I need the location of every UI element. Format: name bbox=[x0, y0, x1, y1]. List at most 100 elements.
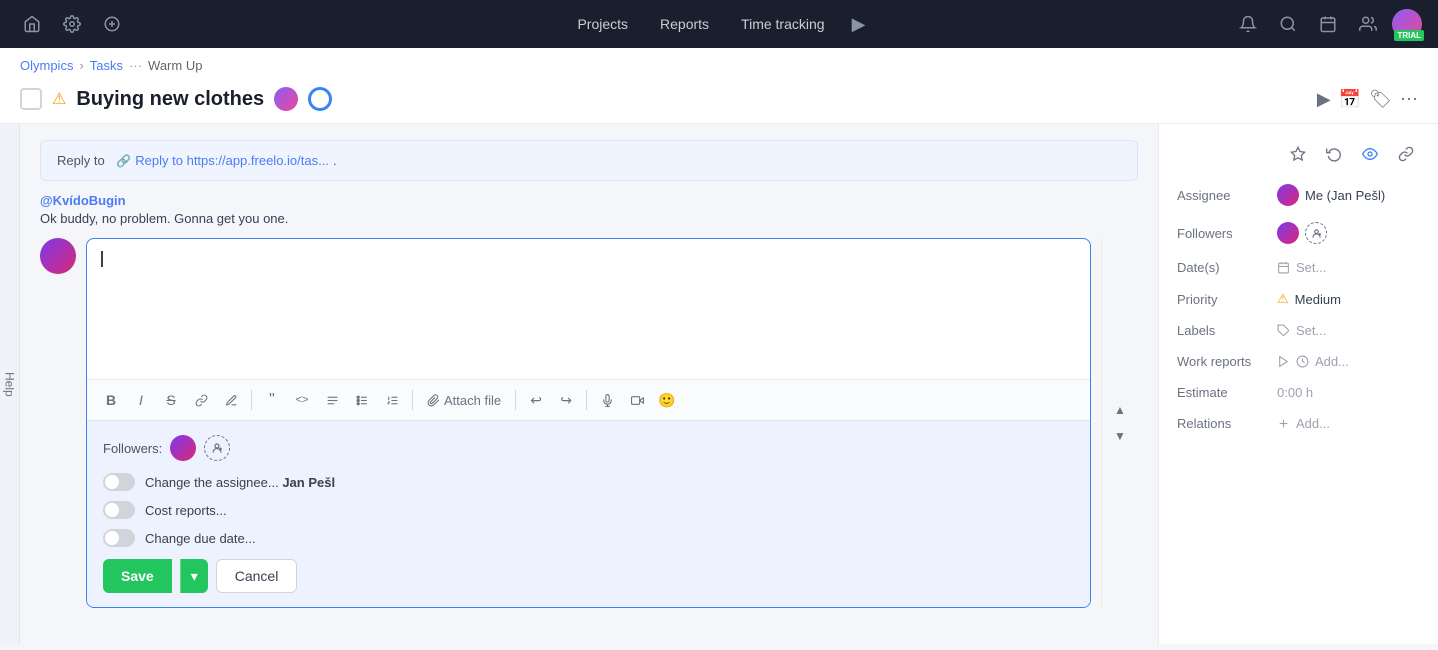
user-avatar[interactable]: TRIAL bbox=[1392, 9, 1422, 39]
dates-value[interactable]: Set... bbox=[1277, 260, 1420, 275]
priority-text: Medium bbox=[1295, 292, 1341, 307]
toggle-row-cost: Cost reports... bbox=[103, 501, 1074, 519]
task-header: ⚠ Buying new clothes ▶ 📅 🏷 ⋯ bbox=[0, 79, 1438, 124]
comment-mention: @KvídoBugin bbox=[40, 193, 1138, 208]
redo-button[interactable]: ↪ bbox=[552, 386, 580, 414]
calendar-task-icon[interactable]: 📅 bbox=[1339, 89, 1361, 110]
toggle-assignee[interactable] bbox=[103, 473, 135, 491]
estimate-label: Estimate bbox=[1177, 385, 1277, 400]
toggle-duedate[interactable] bbox=[103, 529, 135, 547]
cancel-button[interactable]: Cancel bbox=[216, 559, 298, 593]
italic-button[interactable]: I bbox=[127, 386, 155, 414]
calendar-icon[interactable] bbox=[1312, 8, 1344, 40]
reply-link[interactable]: Reply to https://app.freelo.io/tas... bbox=[135, 153, 329, 168]
sidebar-priority-row: Priority ⚠ Medium bbox=[1177, 291, 1420, 307]
mic-button[interactable] bbox=[593, 386, 621, 414]
toggle-cost-label: Cost reports... bbox=[145, 503, 227, 518]
followers-sidebar-label: Followers bbox=[1177, 226, 1277, 241]
undo-button[interactable]: ↩ bbox=[522, 386, 550, 414]
priority-label: Priority bbox=[1177, 292, 1277, 307]
bullet-list-button[interactable] bbox=[348, 386, 376, 414]
labels-value[interactable]: Set... bbox=[1277, 323, 1420, 338]
add-follower-button[interactable] bbox=[204, 435, 230, 461]
scroll-down-button[interactable]: ▼ bbox=[1108, 424, 1132, 448]
comment-editor-wrapper: B I S " <> bbox=[86, 238, 1091, 608]
video-button[interactable] bbox=[623, 386, 651, 414]
toggle-cost[interactable] bbox=[103, 501, 135, 519]
breadcrumb-olympics[interactable]: Olympics bbox=[20, 58, 73, 73]
warning-icon: ⚠ bbox=[52, 89, 66, 109]
star-icon[interactable] bbox=[1284, 140, 1312, 168]
add-icon[interactable] bbox=[96, 8, 128, 40]
labels-label: Labels bbox=[1177, 323, 1277, 338]
sidebar-work-reports-row: Work reports Add... bbox=[1177, 354, 1420, 369]
reply-quote: Reply to 🔗 Reply to https://app.freelo.i… bbox=[40, 140, 1138, 181]
task-title: Buying new clothes bbox=[76, 88, 264, 111]
right-sidebar: Assignee Me (Jan Pešl) Followers Date(s)… bbox=[1158, 124, 1438, 644]
link-button[interactable] bbox=[187, 386, 215, 414]
estimate-value[interactable]: 0:00 h bbox=[1277, 385, 1420, 400]
code-button[interactable]: <> bbox=[288, 386, 316, 414]
action-buttons: Save ▾ Cancel bbox=[103, 559, 1074, 593]
comment-block: @KvídoBugin Ok buddy, no problem. Gonna … bbox=[40, 193, 1138, 226]
save-dropdown-button[interactable]: ▾ bbox=[180, 559, 208, 593]
eye-icon[interactable] bbox=[1356, 140, 1384, 168]
help-panel[interactable]: Help bbox=[0, 124, 20, 644]
tag-task-icon[interactable]: 🏷 bbox=[1369, 89, 1392, 110]
align-button[interactable] bbox=[318, 386, 346, 414]
comment-text: Ok buddy, no problem. Gonna get you one. bbox=[40, 211, 1138, 226]
ordered-list-button[interactable] bbox=[378, 386, 406, 414]
priority-warning-icon: ⚠ bbox=[1277, 291, 1289, 307]
add-follower-sidebar-button[interactable] bbox=[1305, 222, 1327, 244]
assignee-label: Assignee bbox=[1177, 188, 1277, 203]
relations-value[interactable]: Add... bbox=[1277, 416, 1420, 431]
assignee-value: Me (Jan Pešl) bbox=[1277, 184, 1420, 206]
bold-button[interactable]: B bbox=[97, 386, 125, 414]
refresh-icon[interactable] bbox=[1320, 140, 1348, 168]
task-checkbox[interactable] bbox=[20, 88, 42, 110]
projects-nav[interactable]: Projects bbox=[563, 10, 642, 38]
assignee-name: Me (Jan Pešl) bbox=[1305, 188, 1385, 203]
more-task-icon[interactable]: ⋯ bbox=[1400, 89, 1418, 110]
sidebar-followers-row: Followers bbox=[1177, 222, 1420, 244]
breadcrumb: Olympics › Tasks ··· Warm Up bbox=[0, 48, 1438, 79]
search-icon[interactable] bbox=[1272, 8, 1304, 40]
time-tracking-nav[interactable]: Time tracking bbox=[727, 10, 839, 38]
strikethrough-button[interactable]: S bbox=[157, 386, 185, 414]
breadcrumb-warmup: Warm Up bbox=[148, 58, 202, 73]
sidebar-dates-row: Date(s) Set... bbox=[1177, 260, 1420, 275]
work-reports-value[interactable]: Add... bbox=[1277, 354, 1420, 369]
scroll-up-button[interactable]: ▲ bbox=[1108, 398, 1132, 422]
followers-row: Followers: bbox=[103, 435, 1074, 461]
reply-link-icon: 🔗 bbox=[116, 154, 131, 168]
task-status-circle[interactable] bbox=[308, 87, 332, 111]
follower-avatar-1 bbox=[170, 435, 196, 461]
reply-suffix: . bbox=[333, 153, 337, 168]
attach-file-button[interactable]: Attach file bbox=[419, 389, 509, 412]
top-navigation: Projects Reports Time tracking ▶ bbox=[0, 0, 1438, 48]
settings-icon[interactable] bbox=[56, 8, 88, 40]
emoji-button[interactable]: 🙂 bbox=[653, 386, 681, 414]
home-icon[interactable] bbox=[16, 8, 48, 40]
toggle-duedate-label: Change due date... bbox=[145, 531, 256, 546]
quote-button[interactable]: " bbox=[258, 386, 286, 414]
reports-nav[interactable]: Reports bbox=[646, 10, 723, 38]
notification-icon[interactable] bbox=[1232, 8, 1264, 40]
breadcrumb-tasks[interactable]: Tasks bbox=[90, 58, 123, 73]
follower-avatar-sidebar bbox=[1277, 222, 1299, 244]
editor-toolbar: B I S " <> bbox=[87, 379, 1090, 420]
priority-value[interactable]: ⚠ Medium bbox=[1277, 291, 1420, 307]
play-nav-icon[interactable]: ▶ bbox=[843, 8, 875, 40]
comment-editor[interactable] bbox=[87, 239, 1090, 379]
sidebar-estimate-row: Estimate 0:00 h bbox=[1177, 385, 1420, 400]
link-icon[interactable] bbox=[1392, 140, 1420, 168]
save-button[interactable]: Save bbox=[103, 559, 172, 593]
highlight-button[interactable] bbox=[217, 386, 245, 414]
followers-section: Followers: Change the assignee... Jan Pe… bbox=[87, 420, 1090, 607]
reply-prefix: Reply to bbox=[57, 153, 105, 168]
users-icon[interactable] bbox=[1352, 8, 1384, 40]
attach-file-label: Attach file bbox=[444, 393, 501, 408]
help-label: Help bbox=[3, 372, 17, 397]
play-task-icon[interactable]: ▶ bbox=[1317, 89, 1331, 110]
relations-add-label: Add... bbox=[1296, 416, 1330, 431]
